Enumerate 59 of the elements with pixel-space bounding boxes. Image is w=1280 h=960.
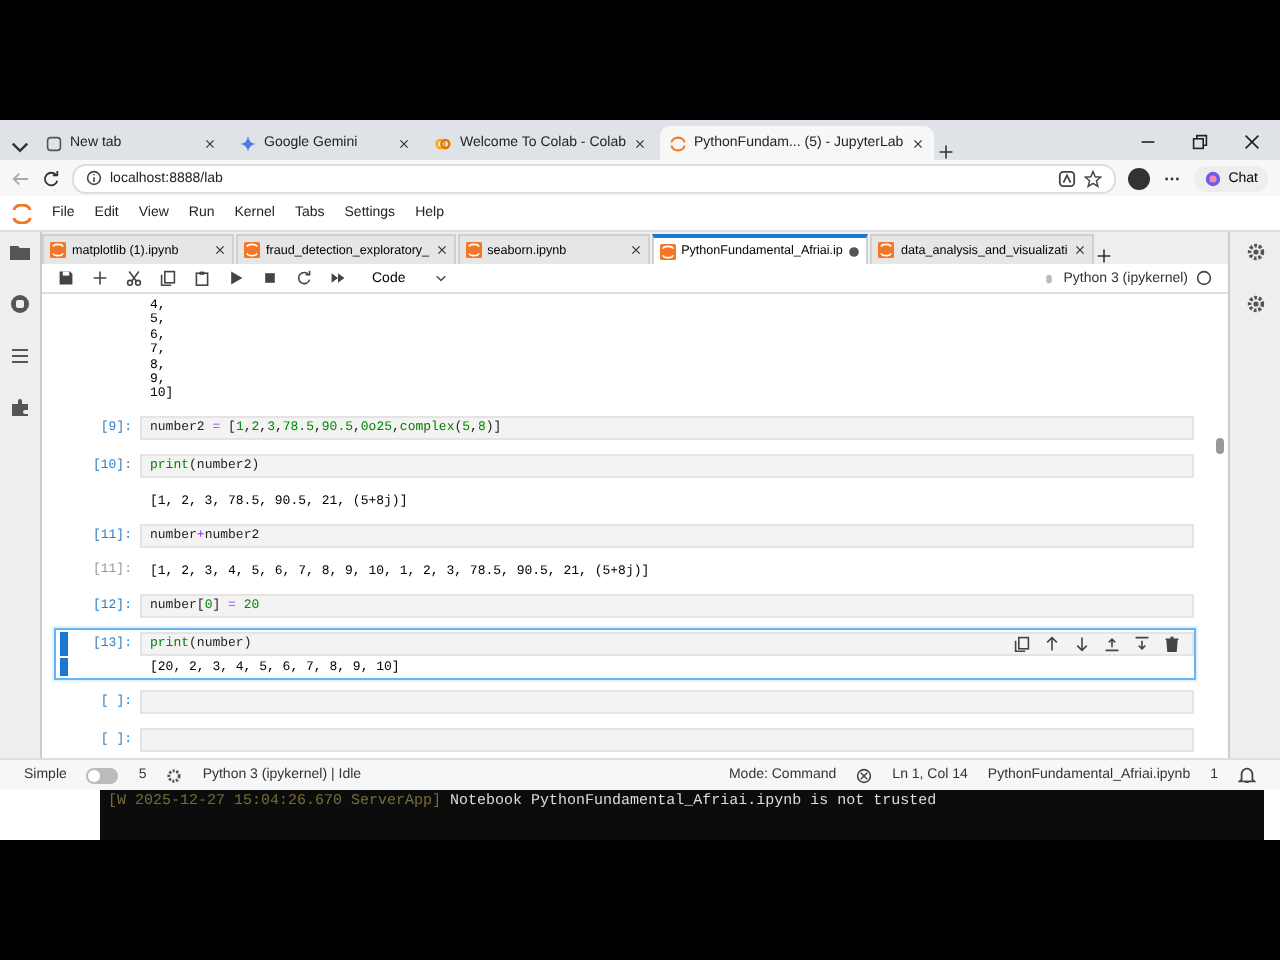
duplicate-icon[interactable]: [1014, 635, 1030, 652]
trash-icon[interactable]: [1164, 635, 1180, 652]
move-up-icon[interactable]: [1044, 635, 1060, 652]
run-icon[interactable]: [228, 270, 244, 286]
notebook-icon: [244, 242, 260, 258]
rings-logo-icon: [434, 135, 452, 151]
folder-icon[interactable]: [10, 242, 30, 262]
move-down-icon[interactable]: [1074, 635, 1090, 652]
close-icon[interactable]: [911, 137, 924, 149]
close-icon[interactable]: [1073, 244, 1086, 256]
reload-icon[interactable]: [42, 169, 60, 187]
gear-icon[interactable]: [166, 767, 183, 783]
insert-above-icon[interactable]: [1104, 635, 1120, 652]
close-icon[interactable]: [214, 244, 226, 256]
close-icon[interactable]: [629, 244, 642, 256]
unsaved-dot-icon[interactable]: [848, 245, 861, 257]
scrollbar-thumb[interactable]: [1216, 438, 1224, 454]
crossed-circle-icon[interactable]: [856, 767, 873, 783]
list-icon[interactable]: [10, 346, 30, 366]
copilot-logo-icon: [1204, 169, 1223, 187]
insert-below-icon[interactable]: [1134, 635, 1150, 652]
chevron-icon: [433, 271, 448, 285]
bell-icon[interactable]: [1238, 766, 1256, 784]
notebook-icon: [465, 242, 482, 258]
add-icon[interactable]: [92, 270, 108, 286]
restore-icon[interactable]: [1192, 134, 1208, 150]
jupyter-logo-icon: [12, 203, 32, 223]
fast-forward-icon[interactable]: [330, 270, 346, 286]
stop-icon[interactable]: [262, 270, 278, 286]
info-icon: [86, 170, 102, 186]
notebook-icon: [878, 242, 895, 258]
add-tab-icon[interactable]: [1095, 248, 1112, 264]
stop-circle-icon[interactable]: [10, 294, 30, 314]
notebook-icon: [659, 243, 676, 259]
code-input[interactable]: [140, 727, 1194, 752]
star-icon[interactable]: [1084, 169, 1103, 187]
translate-icon[interactable]: [1058, 169, 1077, 187]
close-icon[interactable]: [1244, 134, 1260, 150]
notebook-icon: [50, 242, 66, 258]
close-icon[interactable]: [398, 137, 410, 149]
puzzle-icon[interactable]: [10, 398, 30, 418]
clipboard-icon[interactable]: [194, 270, 210, 286]
scissors-icon[interactable]: [126, 270, 142, 286]
settings-icon[interactable]: [1245, 294, 1265, 314]
close-icon[interactable]: [204, 137, 216, 149]
new-tab-page-icon: [46, 135, 62, 151]
save-icon[interactable]: [58, 270, 74, 286]
close-icon[interactable]: [634, 137, 647, 149]
profile-avatar[interactable]: [1128, 167, 1151, 189]
new-tab-icon[interactable]: [937, 144, 954, 160]
code-input[interactable]: [140, 689, 1194, 714]
close-icon[interactable]: [435, 244, 448, 256]
gear-icon[interactable]: [1245, 242, 1265, 262]
restart-icon[interactable]: [296, 270, 312, 286]
copy-icon[interactable]: [160, 270, 176, 286]
sparkle-icon: [240, 135, 256, 151]
orbit-logo-icon: [670, 135, 687, 151]
kernel-idle-icon: [1196, 270, 1212, 286]
simple-toggle[interactable]: [86, 767, 119, 783]
